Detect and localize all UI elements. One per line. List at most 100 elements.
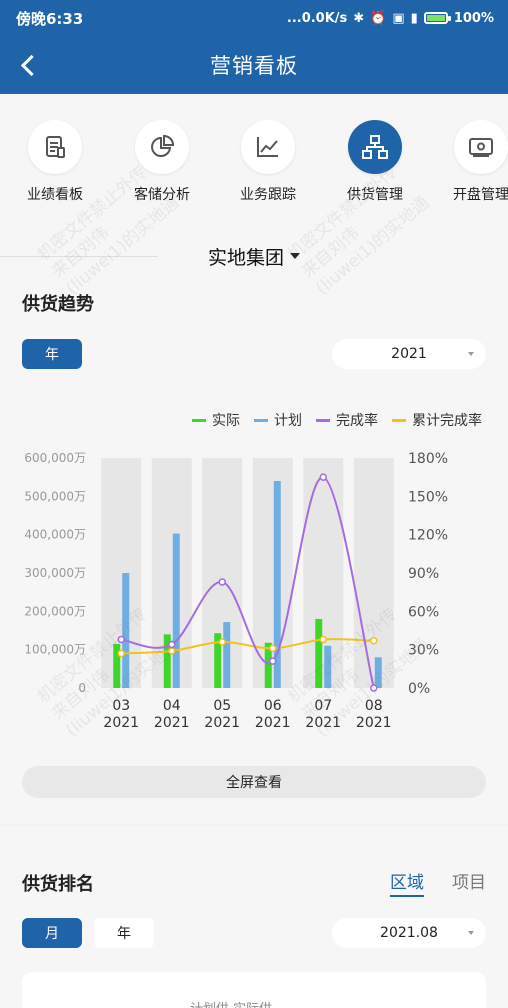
legend-swatch [392,418,406,422]
category-band [202,458,243,688]
x-tick-label: 03 [112,698,130,714]
legend-swatch [316,418,330,422]
legend-label: 完成率 [336,413,378,429]
hd-icon: ▣ [392,10,405,26]
series-point [168,640,176,649]
network-speed: ...0.0K/s [286,10,348,26]
status-icons: ...0.0K/s ✱ ⏰ ▣ ▮ 100% [287,11,494,26]
caret-down-icon [468,931,474,935]
section-title: 供货排名 [22,874,94,895]
legend-swatch [254,418,268,422]
series-point [117,649,125,658]
caret-down-icon [468,352,474,356]
x-tick-label: 2021 [204,715,240,731]
nav-item-opening[interactable]: 开盘管理 [431,120,508,204]
module-nav: 业绩看板 客储分析 业务跟踪 供货管理 开盘管理 [0,94,508,228]
bar-plan [374,657,382,688]
bluetooth-icon: ✱ [353,10,365,26]
month-period-button[interactable]: 月 [22,918,82,948]
series-point [319,635,327,644]
y-left-tick-label: 300,000万 [24,566,86,580]
bar-plan [122,573,130,688]
nav-label: 开盘管理 [453,187,508,203]
tab-project[interactable]: 项目 [452,868,486,893]
section-title: 供货趋势 [22,294,94,315]
year-period-button[interactable]: 年 [22,339,82,369]
legend-item[interactable]: 完成率 [316,410,378,430]
nav-item-supply[interactable]: 供货管理 [325,120,425,204]
series-point [218,638,226,646]
series-point [269,644,277,653]
x-tick-label: 2021 [103,715,139,731]
y-right-tick-label: 120% [408,528,448,544]
series-point [370,684,378,692]
alarm-icon: ⏰ [370,10,387,26]
month-select[interactable]: 2021.08 [332,918,486,948]
bar-plan [172,533,180,688]
x-tick-label: 2021 [356,715,392,731]
back-arrow-icon[interactable] [18,50,40,78]
nav-label: 业务跟踪 [240,187,296,203]
y-left-tick-label: 400,000万 [24,528,86,542]
pie-chart-icon [135,120,189,174]
supply-ranking-card: 供货排名 区域 项目 月 年 2021.08 计划供 实际供 [0,826,508,1008]
x-tick-label: 08 [365,698,383,714]
ranking-legend: 计划供 实际供 [190,998,272,1008]
year-period-button[interactable]: 年 [94,918,154,948]
legend-swatch [192,418,206,422]
app-bar: 营销看板 [0,36,508,94]
series-point [168,647,176,655]
series-point [218,578,226,586]
y-right-tick-label: 0% [408,681,430,697]
company-select[interactable]: 实地集团 [208,243,300,270]
x-tick-label: 2021 [305,715,341,731]
y-right-tick-label: 180% [408,451,448,467]
report-icon [28,120,82,174]
battery-percent: 100% [453,10,494,26]
year-select[interactable]: 2021 [332,339,486,369]
fullscreen-button[interactable]: 全屏查看 [22,766,486,798]
supply-trend-card: 供货趋势 年 2021 实际 计划 完成率 累计完成率 0 100,000万 200… [0,284,508,824]
y-right-tick-label: 30% [408,643,439,659]
bar-plan [324,645,332,688]
legend-label: 累计完成率 [412,413,482,429]
nav-item-performance[interactable]: 业绩看板 [5,120,105,204]
y-left-tick-label: 500,000万 [24,489,86,503]
money-icon [454,120,508,174]
legend-label: 实际 [212,413,240,429]
chart-legend: 实际 计划 完成率 累计完成率 [192,410,482,430]
tab-region[interactable]: 区域 [390,868,424,897]
y-left-tick-label: 200,000万 [24,604,86,618]
series-point [117,635,125,644]
nav-label: 客储分析 [134,187,190,203]
category-band [353,458,394,688]
month-select-value: 2021.08 [380,925,438,941]
page-title: 营销看板 [210,54,298,78]
signal-icon: ▮ [410,10,418,26]
status-bar: 傍晚6:33 ...0.0K/s ✱ ⏰ ▣ ▮ 100% [0,0,508,36]
y-right-tick-label: 150% [408,489,448,505]
legend-label: 计划 [274,413,302,429]
nav-item-tracking[interactable]: 业务跟踪 [218,120,318,204]
nav-label: 业绩看板 [27,187,83,203]
nav-item-customer[interactable]: 客储分析 [112,120,212,204]
series-point [269,657,277,665]
legend-item[interactable]: 累计完成率 [392,410,482,430]
year-select-value: 2021 [391,346,427,362]
supply-trend-chart: 0 100,000万 200,000万 300,000万 400,000万 500,000… [24,451,448,731]
legend-item[interactable]: 实际 [192,410,240,430]
nav-label: 供货管理 [347,187,403,203]
y-right-tick-label: 90% [408,566,439,582]
y-right-tick-label: 60% [408,604,439,620]
x-tick-label: 06 [264,698,282,714]
series-point [319,473,327,481]
y-left-tick-label: 0 [78,681,86,695]
status-time: 傍晚6:33 [16,9,84,28]
x-tick-label: 04 [163,698,181,714]
x-tick-label: 05 [213,698,231,714]
x-tick-label: 07 [314,698,332,714]
bar-plan [223,622,231,688]
caret-down-icon [290,253,300,259]
legend-item[interactable]: 计划 [254,410,302,430]
line-chart-icon [241,120,295,174]
